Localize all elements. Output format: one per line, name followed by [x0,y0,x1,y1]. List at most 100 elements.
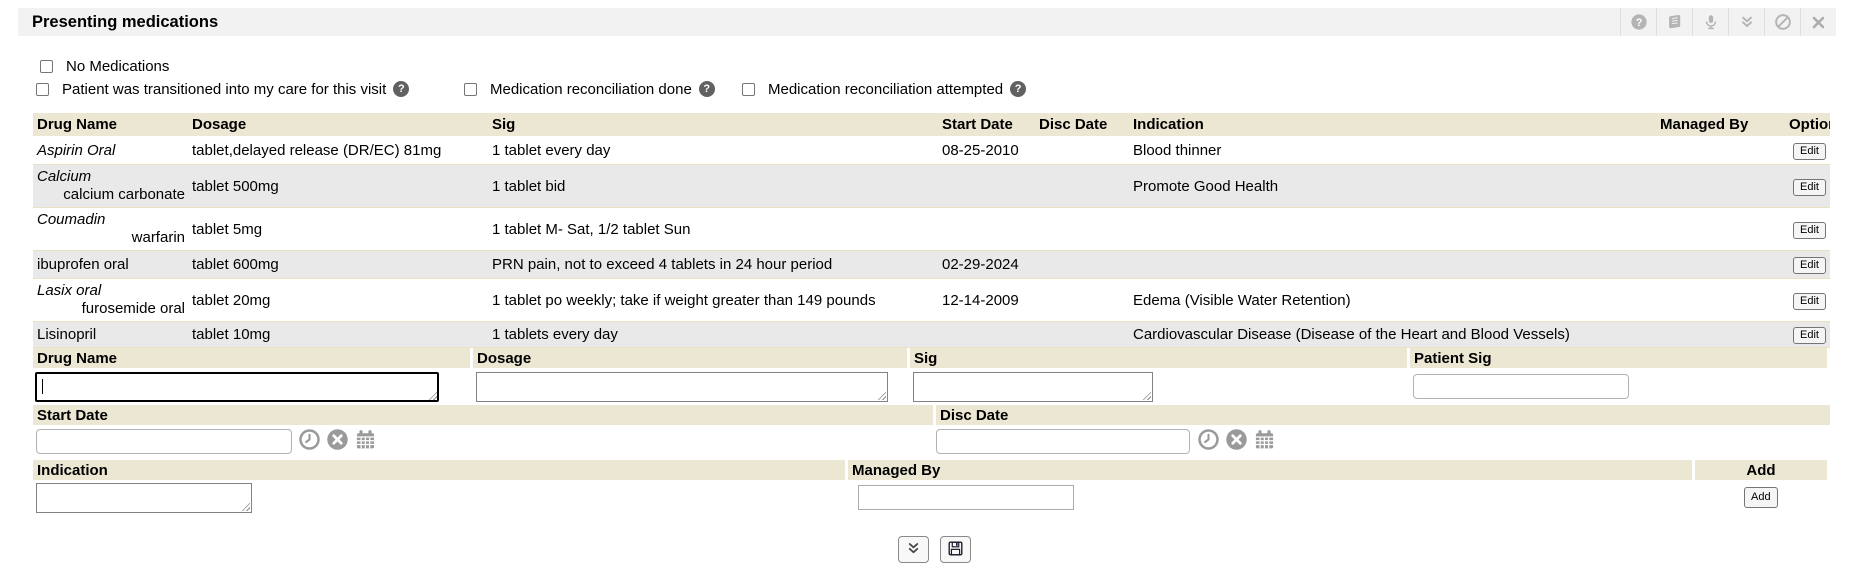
disc-date-cell [1035,279,1129,322]
drug-name-input[interactable] [35,372,439,402]
no-medications-label: No Medications [66,58,169,75]
reconciliation-done-help-icon[interactable]: ? [699,81,715,97]
reconciliation-attempted-checkbox[interactable] [742,83,755,96]
col-header-dosage: Dosage [188,113,488,137]
microphone-icon [1702,13,1720,31]
disc-date-cell [1035,137,1129,165]
start-date-calendar-button[interactable] [353,430,377,454]
drug-name: Aspirin Oral [37,142,188,160]
sig-cell: 1 tablet every day [488,137,938,165]
sig-input[interactable] [913,372,1153,402]
managed-by-input[interactable] [858,485,1074,510]
disc-date-cell [1035,322,1129,348]
reconciliation-done-checkbox[interactable] [464,83,477,96]
indication-input[interactable] [36,483,252,513]
dosage-cell: tablet 600mg [188,251,488,279]
edit-button[interactable]: Edit [1793,257,1826,274]
collapse-button[interactable] [1728,8,1764,36]
add-button[interactable]: Add [1744,487,1778,508]
sig-cell: 1 tablet bid [488,165,938,208]
disc-date-cell [1035,165,1129,208]
sig-cell: PRN pain, not to exceed 4 tablets in 24 … [488,251,938,279]
table-header-row: Drug Name Dosage Sig Start Date Disc Dat… [33,113,1830,137]
drug-generic-name: furosemide oral [37,300,188,318]
dosage-cell: tablet 5mg [188,208,488,251]
start-date-input[interactable] [36,429,292,454]
dosage-input[interactable] [476,372,888,402]
disc-date-calendar-button[interactable] [1252,430,1276,454]
disc-date-cell [1035,208,1129,251]
double-chevron-down-icon [906,541,921,559]
transitioned-label: Patient was transitioned into my care fo… [62,81,386,98]
save-button[interactable] [940,536,971,563]
transitioned-checkbox[interactable] [36,83,49,96]
cancel-button[interactable] [1764,8,1800,36]
indication-cell: Edema (Visible Water Retention) [1129,279,1656,322]
calendar-icon [354,428,377,456]
dosage-label: Dosage [473,348,907,368]
edit-button[interactable]: Edit [1793,179,1826,196]
save-floppy-icon [947,540,964,560]
col-header-drug-name: Drug Name [33,113,188,137]
help-button[interactable]: ? [1620,8,1656,36]
titlebar-icon-group: ? [1620,8,1836,36]
double-chevron-down-icon [1739,14,1755,30]
start-date-cell: 12-14-2009 [938,279,1035,322]
disc-date-clear-button[interactable] [1224,430,1248,454]
transitioned-help-icon[interactable]: ? [393,81,409,97]
form-label-bar-1: Drug Name Dosage Sig Patient Sig [33,348,1830,368]
patient-sig-input[interactable] [1413,374,1629,399]
drug-name-label: Drug Name [33,348,470,368]
edit-button[interactable]: Edit [1793,143,1826,160]
calendar-icon [1253,428,1276,456]
indication-cell: Cardiovascular Disease (Disease of the H… [1129,322,1656,348]
x-circle-icon [1225,428,1248,456]
edit-button[interactable]: Edit [1793,293,1826,310]
dosage-cell: tablet 10mg [188,322,488,348]
sig-cell: 1 tablet M- Sat, 1/2 tablet Sun [488,208,938,251]
dosage-cell: tablet,delayed release (DR/EC) 81mg [188,137,488,165]
sig-field-wrap [913,372,1153,402]
start-date-clear-button[interactable] [325,430,349,454]
reconciliation-done-label: Medication reconciliation done [490,81,692,98]
start-date-cell: 08-25-2010 [938,137,1035,165]
clock-icon [298,428,321,456]
indication-field-wrap [36,483,252,513]
microphone-button[interactable] [1692,8,1728,36]
disc-date-cell [1035,251,1129,279]
indication-cell [1129,208,1656,251]
managed-by-cell [1656,137,1785,165]
dosage-field-wrap [476,372,888,402]
start-date-cell [938,322,1035,348]
edit-button[interactable]: Edit [1793,327,1826,344]
expand-more-button[interactable] [898,536,929,563]
reconciliation-attempted-help-icon[interactable]: ? [1010,81,1026,97]
managed-by-cell [1656,279,1785,322]
drug-name: Calcium [37,168,188,186]
sig-cell: 1 tablet po weekly; take if weight great… [488,279,938,322]
managed-by-cell [1656,322,1785,348]
form-label-bar-2: Start Date Disc Date [33,405,1830,425]
table-row: Aspirin Oral tablet,delayed release (DR/… [33,137,1830,165]
start-date-current-time-button[interactable] [297,430,321,454]
table-row: Lasix oral furosemide oral tablet 20mg 1… [33,279,1830,322]
indication-label: Indication [33,460,845,480]
table-row: Coumadin warfarin tablet 5mg 1 tablet M-… [33,208,1830,251]
col-header-sig: Sig [488,113,938,137]
book-button[interactable] [1656,8,1692,36]
help-icon: ? [1630,13,1648,31]
edit-button[interactable]: Edit [1793,222,1826,239]
managed-by-cell [1656,165,1785,208]
managed-by-label: Managed By [848,460,1692,480]
svg-text:?: ? [1635,17,1642,29]
panel-titlebar: Presenting medications ? [18,8,1836,36]
medications-table: Drug Name Dosage Sig Start Date Disc Dat… [33,113,1830,348]
no-medications-checkbox[interactable] [40,60,53,73]
disc-date-current-time-button[interactable] [1196,430,1220,454]
col-header-managed-by: Managed By [1656,113,1785,137]
close-button[interactable] [1800,8,1836,36]
indication-cell: Blood thinner [1129,137,1656,165]
col-header-options: Options [1785,113,1830,137]
dosage-cell: tablet 500mg [188,165,488,208]
disc-date-input[interactable] [936,429,1190,454]
